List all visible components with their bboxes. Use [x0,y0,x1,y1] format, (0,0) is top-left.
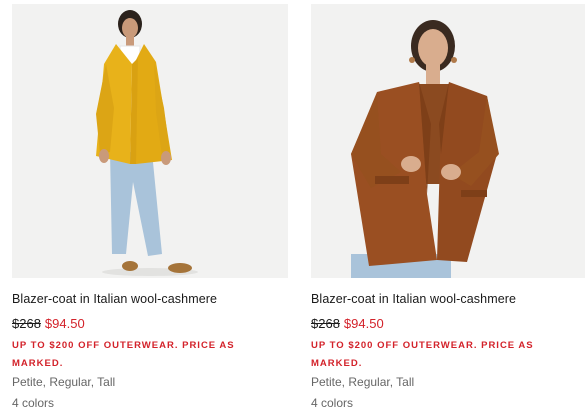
size-options: Petite, Regular, Tall [311,375,415,389]
color-count: 4 colors [12,396,55,410]
sale-price: $94.50 [343,316,384,331]
price-group: $268 $94.50 [311,316,384,331]
promo-text: UP TO $200 OFF OUTERWEAR. PRICE AS MARKE… [12,340,235,369]
original-price: $268 [311,316,340,331]
price-group: $268 $94.50 [12,316,85,331]
color-count: 4 colors [311,396,354,410]
product-name[interactable]: Blazer-coat in Italian wool-cashmere [12,292,217,306]
product-name[interactable]: Blazer-coat in Italian wool-cashmere [311,292,516,306]
sale-price: $94.50 [44,316,85,331]
product-image[interactable] [12,4,288,278]
promo-text: UP TO $200 OFF OUTERWEAR. PRICE AS MARKE… [311,340,534,369]
size-options: Petite, Regular, Tall [12,375,116,389]
model-in-yellow-coat-image [12,4,288,278]
model-in-brown-coat-image [311,4,585,278]
product-image[interactable] [311,4,585,278]
original-price: $268 [12,316,41,331]
